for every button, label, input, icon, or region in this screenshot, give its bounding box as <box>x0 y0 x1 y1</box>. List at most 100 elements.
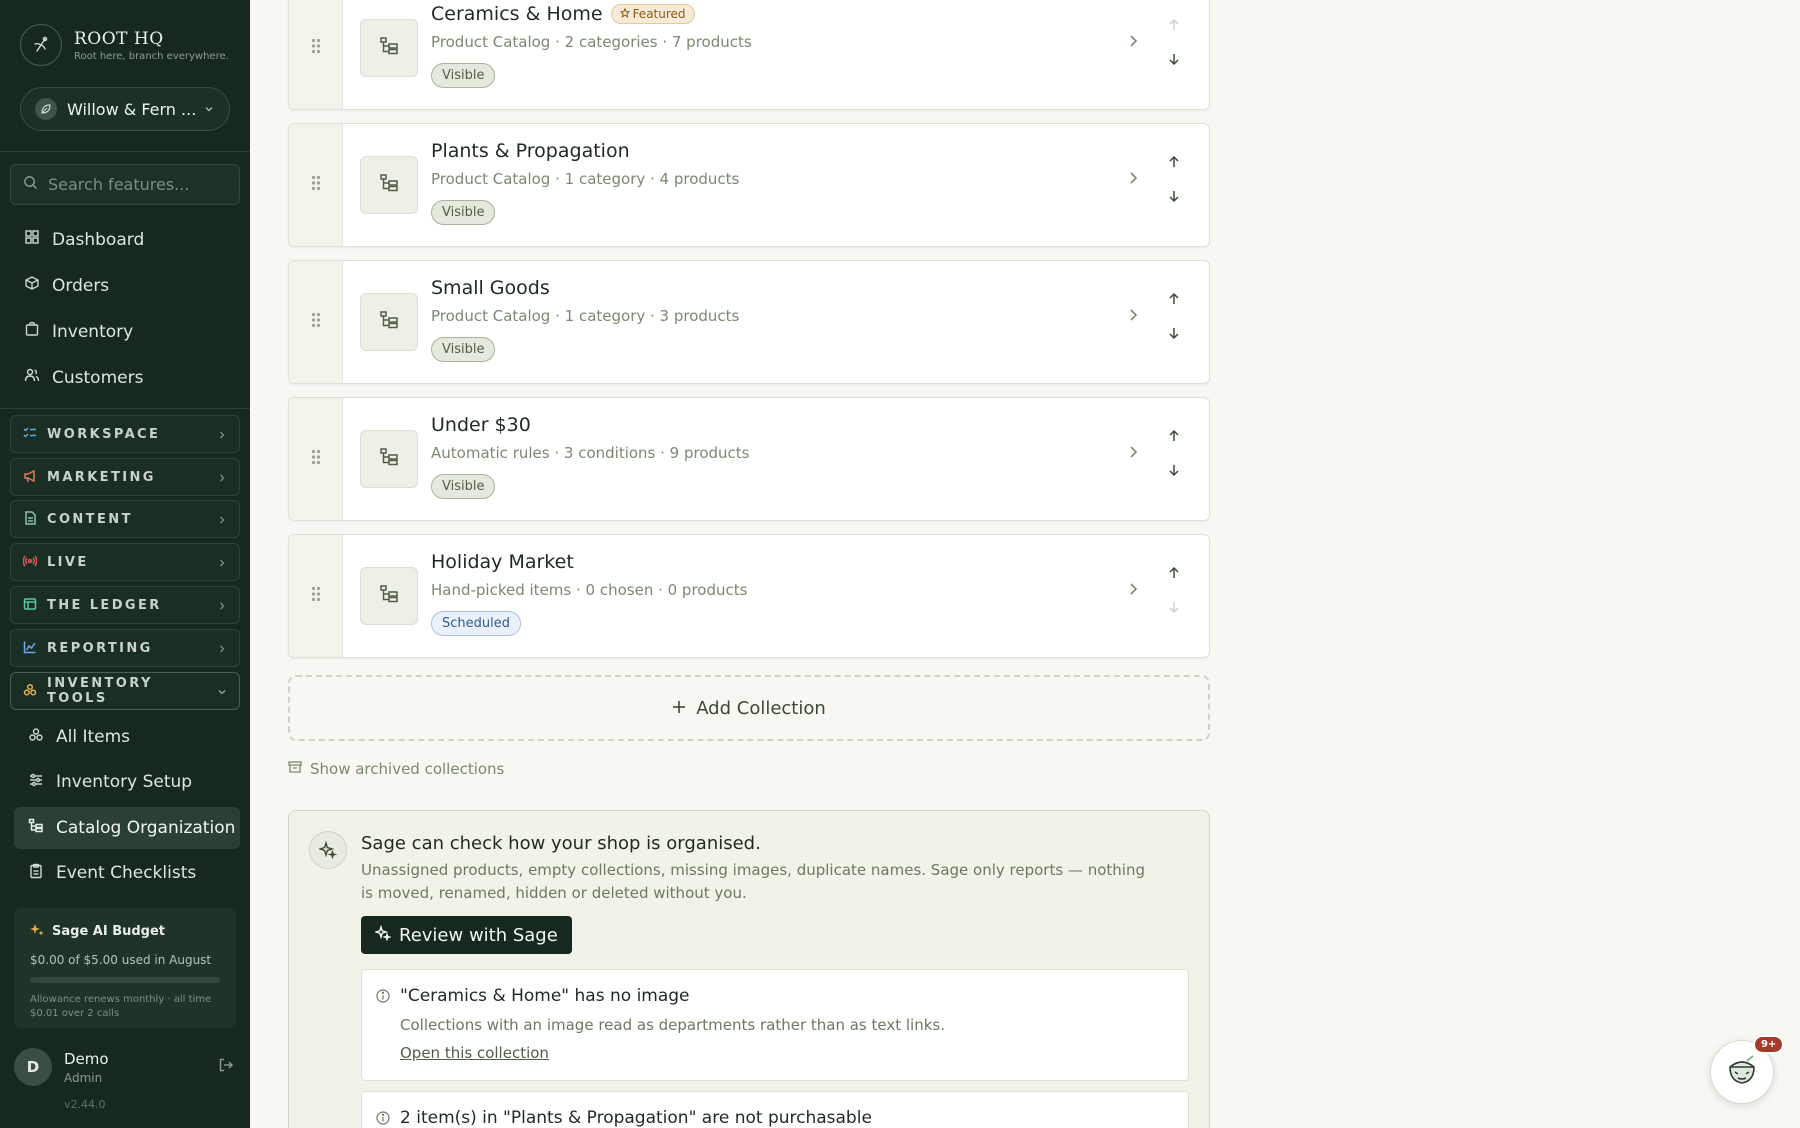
document-icon <box>23 510 37 529</box>
group-reporting[interactable]: REPORTING <box>10 629 240 667</box>
group-inventory-tools[interactable]: INVENTORY TOOLS <box>10 672 240 710</box>
collection-card[interactable]: Plants & Propagation Product Catalog · 1 … <box>288 123 1210 247</box>
move-up-icon[interactable] <box>1167 291 1181 310</box>
sub-item-catalog-organization[interactable]: Catalog Organization <box>14 807 240 849</box>
user-profile[interactable]: D Demo Admin <box>14 1048 236 1086</box>
collection-thumbnail <box>360 19 418 77</box>
collection-thumbnail <box>360 156 418 214</box>
budget-note: Allowance renews monthly · all time $0.0… <box>30 994 212 1019</box>
move-up-icon[interactable] <box>1167 154 1181 173</box>
sparkle-icon <box>30 922 44 941</box>
nav-item-dashboard[interactable]: Dashboard <box>24 229 144 250</box>
sage-review-panel: Sage can check how your shop is organise… <box>288 810 1210 1128</box>
search-box[interactable] <box>10 164 240 205</box>
budget-used: $0.00 of $5.00 used in August <box>30 953 212 967</box>
brand-name: ROOT HQ <box>74 28 164 49</box>
group-content[interactable]: CONTENT <box>10 500 240 538</box>
status-badge: Visible <box>431 337 496 362</box>
app-version: v2.44.0 <box>64 1098 106 1111</box>
sidebar: ROOT HQ Root here, branch everywhere. Wi… <box>0 0 250 1128</box>
drag-handle[interactable] <box>289 0 343 109</box>
drag-handle[interactable] <box>289 398 343 520</box>
group-workspace[interactable]: WORKSPACE <box>10 415 240 453</box>
archive-icon <box>288 760 302 778</box>
chevron-right-icon <box>217 596 227 615</box>
move-up-icon[interactable] <box>1167 428 1181 447</box>
store-name: Willow & Fern ... <box>67 99 197 119</box>
collection-card[interactable]: Small Goods Product Catalog · 1 category … <box>288 260 1210 384</box>
tree-icon <box>379 447 399 471</box>
store-selector[interactable]: Willow & Fern ... <box>20 87 230 131</box>
group-label: WORKSPACE <box>47 426 161 442</box>
collection-card[interactable]: Under $30 Automatic rules · 3 conditions … <box>288 397 1210 521</box>
nav-item-orders[interactable]: Orders <box>24 275 109 296</box>
group-label: LIVE <box>47 554 89 570</box>
status-badge: Scheduled <box>431 611 521 636</box>
move-down-icon[interactable] <box>1167 188 1181 207</box>
budget-title: Sage AI Budget <box>52 924 166 939</box>
collection-meta: Product Catalog · 1 category · 4 product… <box>431 170 740 188</box>
move-down-icon[interactable] <box>1167 599 1181 618</box>
group-the-ledger[interactable]: THE LEDGER <box>10 586 240 624</box>
collection-title: Under $30 <box>431 414 531 436</box>
drag-handle[interactable] <box>289 124 343 246</box>
search-input[interactable] <box>48 175 228 194</box>
avatar: D <box>14 1048 52 1086</box>
move-up-icon[interactable] <box>1167 565 1181 584</box>
review-button-label: Review with Sage <box>399 924 558 946</box>
chevron-right-icon[interactable] <box>1125 307 1141 327</box>
chevron-right-icon[interactable] <box>1125 33 1141 53</box>
info-icon <box>376 988 390 1007</box>
sub-item-event-checklists[interactable]: Event Checklists <box>14 852 240 894</box>
group-marketing[interactable]: MARKETING <box>10 458 240 496</box>
open-collection-link[interactable]: Open this collection <box>400 1044 549 1062</box>
move-down-icon[interactable] <box>1167 462 1181 481</box>
chart-icon <box>23 639 37 658</box>
brand-tagline: Root here, branch everywhere. <box>74 50 229 62</box>
chevron-right-icon <box>217 553 227 572</box>
review-with-sage-button[interactable]: Review with Sage <box>361 916 572 954</box>
tree-icon <box>379 310 399 334</box>
collection-title-row: Small Goods <box>431 277 550 299</box>
collection-card[interactable]: Holiday Market Hand-picked items · 0 chos… <box>288 534 1210 658</box>
stack-icon <box>23 682 37 701</box>
chevron-right-icon[interactable] <box>1125 581 1141 601</box>
show-archived-link[interactable]: Show archived collections <box>288 760 504 778</box>
sage-chat-launcher[interactable]: 9+ <box>1710 1035 1785 1104</box>
move-up-icon[interactable] <box>1167 17 1181 36</box>
sidebar-divider <box>0 408 250 409</box>
add-collection-label: Add Collection <box>696 697 826 719</box>
add-collection-button[interactable]: Add Collection <box>288 675 1210 741</box>
logout-icon[interactable] <box>218 1057 234 1077</box>
tree-icon <box>379 584 399 608</box>
status-badge: Visible <box>431 63 496 88</box>
user-role: Admin <box>64 1070 103 1085</box>
sub-item-label: Event Checklists <box>56 863 197 883</box>
chevron-right-icon <box>217 425 227 444</box>
collection-card[interactable]: Ceramics & Home Featured Product Catalog ·… <box>288 0 1210 110</box>
move-down-icon[interactable] <box>1167 51 1181 70</box>
nav-item-customers[interactable]: Customers <box>24 367 143 388</box>
nav-label: Inventory <box>52 321 134 342</box>
search-icon <box>23 175 38 194</box>
sub-item-all-items[interactable]: All Items <box>14 716 240 758</box>
drag-handle-icon <box>311 38 321 58</box>
brand[interactable]: ROOT HQ Root here, branch everywhere. <box>20 24 229 66</box>
drag-handle[interactable] <box>289 261 343 383</box>
notification-badge: 9+ <box>1753 1035 1785 1054</box>
finding-title: 2 item(s) in "Plants & Propagation" are … <box>400 1108 872 1128</box>
chevron-right-icon[interactable] <box>1125 170 1141 190</box>
collection-thumbnail <box>360 567 418 625</box>
status-badge: Visible <box>431 200 496 225</box>
move-down-icon[interactable] <box>1167 325 1181 344</box>
group-live[interactable]: LIVE <box>10 543 240 581</box>
sage-sparkle-icon <box>309 831 347 869</box>
chevron-right-icon[interactable] <box>1125 444 1141 464</box>
drag-handle[interactable] <box>289 535 343 657</box>
featured-label: Featured <box>632 7 686 21</box>
group-label: CONTENT <box>47 511 133 527</box>
bag-icon <box>24 321 40 342</box>
sub-item-inventory-setup[interactable]: Inventory Setup <box>14 761 240 803</box>
nav-item-inventory[interactable]: Inventory <box>24 321 133 342</box>
users-icon <box>24 367 40 388</box>
